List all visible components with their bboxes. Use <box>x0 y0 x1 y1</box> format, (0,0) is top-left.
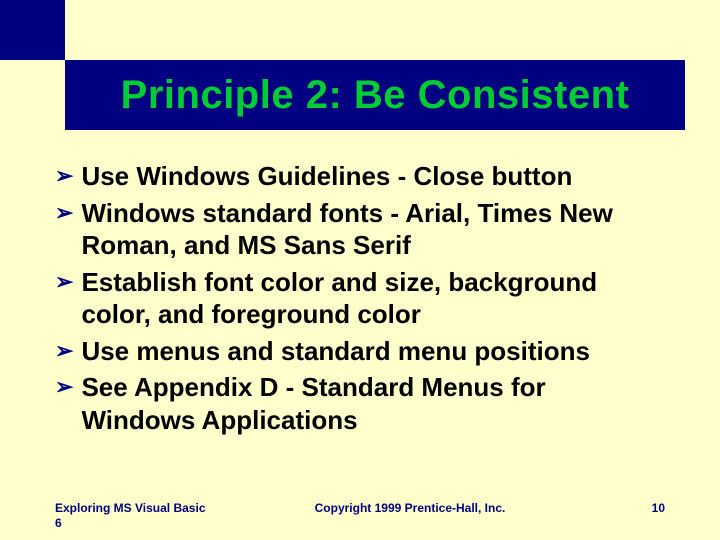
bullet-icon: ➢ <box>55 197 73 229</box>
title-band: Principle 2: Be Consistent <box>65 60 685 130</box>
slide-body: ➢ Use Windows Guidelines - Close button … <box>55 160 665 440</box>
list-item: ➢ Use menus and standard menu positions <box>55 335 665 368</box>
slide-footer: Exploring MS Visual Basic 6 Copyright 19… <box>55 501 665 530</box>
footer-copyright: Copyright 1999 Prentice-Hall, Inc. <box>215 501 605 515</box>
bullet-icon: ➢ <box>55 371 73 403</box>
corner-decoration <box>0 0 65 60</box>
list-item: ➢ Windows standard fonts - Arial, Times … <box>55 197 665 262</box>
bullet-icon: ➢ <box>55 335 73 367</box>
list-item: ➢ See Appendix D - Standard Menus for Wi… <box>55 371 665 436</box>
bullet-text: Use Windows Guidelines - Close button <box>81 160 665 193</box>
list-item: ➢ Establish font color and size, backgro… <box>55 266 665 331</box>
slide-title: Principle 2: Be Consistent <box>121 73 630 118</box>
slide: Principle 2: Be Consistent ➢ Use Windows… <box>0 0 720 540</box>
footer-left: Exploring MS Visual Basic 6 <box>55 501 215 530</box>
list-item: ➢ Use Windows Guidelines - Close button <box>55 160 665 193</box>
bullet-text: Windows standard fonts - Arial, Times Ne… <box>81 197 665 262</box>
bullet-text: Establish font color and size, backgroun… <box>81 266 665 331</box>
bullet-icon: ➢ <box>55 266 73 298</box>
bullet-text: Use menus and standard menu positions <box>81 335 665 368</box>
bullet-icon: ➢ <box>55 160 73 192</box>
bullet-text: See Appendix D - Standard Menus for Wind… <box>81 371 665 436</box>
page-number: 10 <box>605 501 665 515</box>
